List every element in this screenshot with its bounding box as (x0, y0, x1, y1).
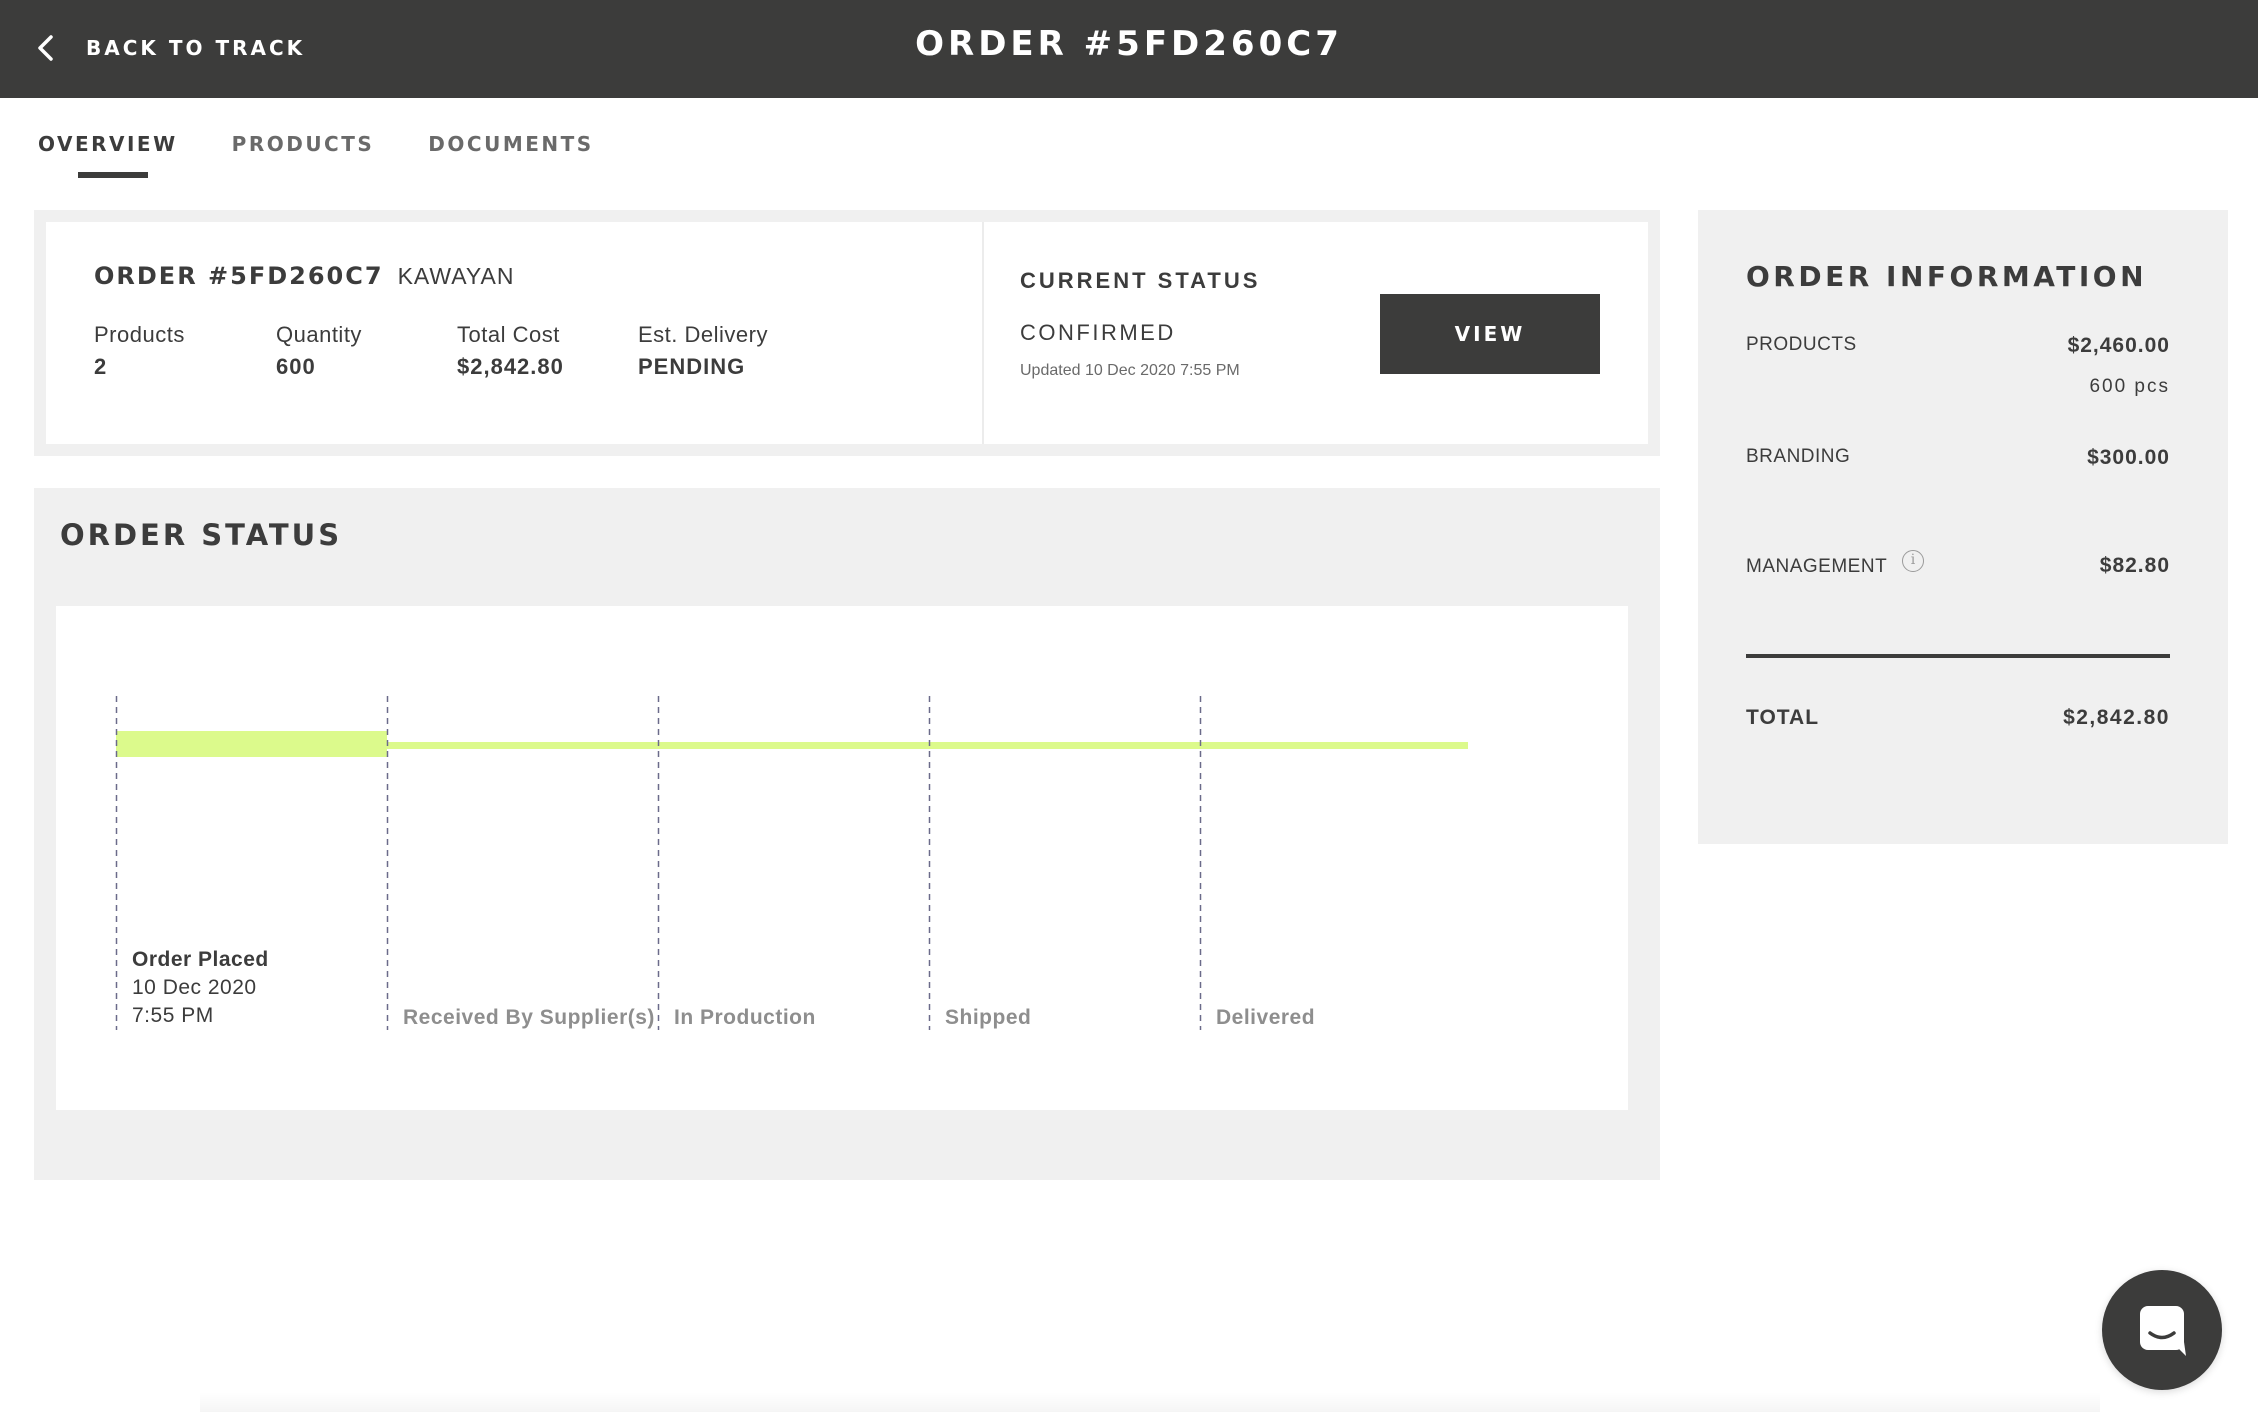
info-icon[interactable]: i (1902, 550, 1924, 572)
status-updated-timestamp: Updated 10 Dec 2020 7:55 PM (1020, 362, 1240, 379)
info-products-quantity: 600 pcs (2089, 376, 2170, 397)
timeline-progress-fill (116, 731, 387, 757)
stage-label-order-placed: Order Placed (132, 948, 269, 971)
info-total-label: TOTAL (1746, 706, 1820, 729)
total-cost-label: Total Cost (457, 322, 560, 347)
order-status-panel: ORDER STATUS Order Placed 10 Dec 2020 7:… (34, 488, 1660, 1180)
bottom-shadow (200, 1392, 2100, 1412)
top-bar: BACK TO TRACK ORDER #5FD260C7 (0, 0, 2258, 98)
chat-launcher-button[interactable] (2102, 1270, 2222, 1390)
info-management-label: MANAGEMENT (1746, 556, 1888, 577)
stage-label-in-production: In Production (674, 1006, 816, 1029)
stage-label-delivered: Delivered (1216, 1006, 1316, 1029)
products-value: 2 (94, 354, 108, 379)
info-total-value: $2,842.80 (2063, 706, 2170, 729)
stage-time-order-placed: 7:55 PM (132, 1004, 214, 1027)
tab-documents[interactable]: DOCUMENTS (428, 132, 593, 182)
info-divider (1746, 654, 2170, 658)
total-cost-value: $2,842.80 (457, 354, 564, 379)
order-status-heading: ORDER STATUS (60, 518, 343, 552)
meta-est-delivery: Est. Delivery PENDING (638, 322, 768, 380)
info-management-value: $82.80 (2099, 554, 2170, 577)
meta-quantity: Quantity 600 (276, 322, 362, 380)
active-tab-indicator (78, 172, 148, 178)
est-delivery-label: Est. Delivery (638, 322, 768, 347)
order-information-heading: ORDER INFORMATION (1746, 260, 2147, 293)
info-products-label: PRODUCTS (1746, 334, 1857, 355)
info-branding-label: BRANDING (1746, 446, 1851, 467)
chat-icon (2140, 1306, 2186, 1356)
summary-divider (982, 222, 984, 444)
order-summary-panel: ORDER #5FD260C7 KAWAYAN Products 2 Quant… (34, 210, 1660, 456)
current-status-value: CONFIRMED (1020, 320, 1176, 345)
page-title: ORDER #5FD260C7 (915, 24, 1343, 64)
current-status-title: CURRENT STATUS (1020, 268, 1261, 293)
order-summary-card: ORDER #5FD260C7 KAWAYAN Products 2 Quant… (46, 222, 1648, 444)
order-number: ORDER #5FD260C7 (94, 262, 384, 290)
products-label: Products (94, 322, 185, 347)
meta-total-cost: Total Cost $2,842.80 (457, 322, 564, 380)
info-products-value: $2,460.00 (2067, 334, 2170, 357)
timeline-graphic (115, 696, 1468, 1030)
stage-date-order-placed: 10 Dec 2020 (132, 976, 257, 999)
supplier-name: KAWAYAN (397, 263, 515, 289)
quantity-value: 600 (276, 354, 316, 379)
tab-products[interactable]: PRODUCTS (232, 132, 375, 182)
meta-products: Products 2 (94, 322, 185, 380)
stage-label-received-by-supplier: Received By Supplier(s) (403, 1006, 655, 1029)
view-button[interactable]: VIEW (1380, 294, 1600, 374)
order-heading: ORDER #5FD260C7 KAWAYAN (94, 262, 514, 290)
info-branding-value: $300.00 (2087, 446, 2170, 469)
est-delivery-value: PENDING (638, 354, 746, 379)
stage-label-shipped: Shipped (945, 1006, 1032, 1029)
quantity-label: Quantity (276, 322, 362, 347)
status-timeline: Order Placed 10 Dec 2020 7:55 PM Receive… (56, 606, 1628, 1110)
order-information-panel: ORDER INFORMATION PRODUCTS $2,460.00 600… (1698, 210, 2228, 844)
